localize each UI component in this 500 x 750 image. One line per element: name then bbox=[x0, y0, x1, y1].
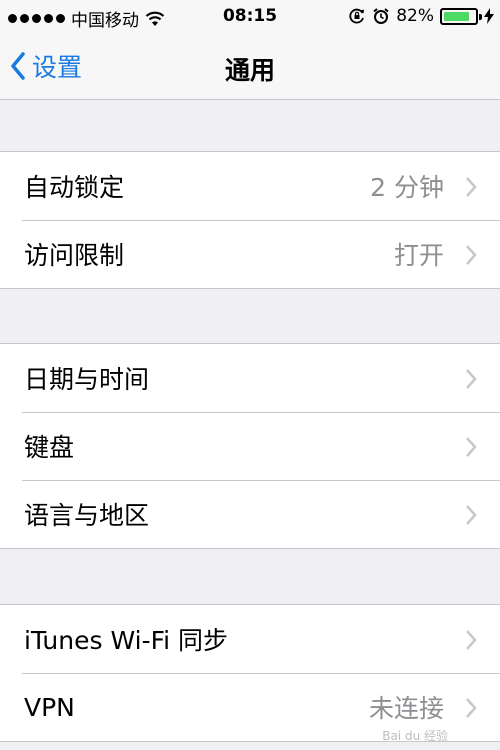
navigation-bar: 设置 通用 bbox=[0, 34, 500, 100]
charging-bolt-icon bbox=[484, 8, 494, 24]
row-value: 打开 bbox=[393, 241, 444, 270]
rotation-lock-icon bbox=[349, 8, 365, 24]
row-label: iTunes Wi-Fi 同步 bbox=[24, 626, 229, 655]
chevron-right-icon bbox=[466, 698, 477, 718]
row-label: 自动锁定 bbox=[24, 173, 125, 202]
row-label: VPN bbox=[24, 692, 75, 722]
battery-level-fill bbox=[444, 11, 469, 21]
restrictions-row[interactable]: 访问限制 打开 bbox=[0, 220, 500, 288]
language-region-row[interactable]: 语言与地区 bbox=[0, 480, 500, 548]
watermark: Bai du 经验 bbox=[382, 729, 448, 743]
chevron-right-icon bbox=[466, 245, 477, 265]
battery-percent: 82% bbox=[396, 6, 434, 26]
row-value: 未连接 bbox=[368, 694, 444, 723]
itunes-wifi-sync-row[interactable]: iTunes Wi-Fi 同步 bbox=[0, 605, 500, 673]
chevron-right-icon bbox=[466, 630, 477, 650]
status-right: 82% bbox=[348, 6, 494, 26]
row-label: 日期与时间 bbox=[24, 365, 150, 394]
battery-icon bbox=[440, 7, 482, 25]
date-time-row[interactable]: 日期与时间 bbox=[0, 344, 500, 412]
row-value: 2 分钟 bbox=[370, 173, 444, 202]
status-bar: 中国移动 08:15 82% bbox=[0, 0, 500, 34]
page-title: 通用 bbox=[224, 56, 275, 85]
chevron-right-icon bbox=[466, 177, 477, 197]
alarm-icon bbox=[373, 8, 389, 24]
chevron-right-icon bbox=[466, 437, 477, 457]
chevron-right-icon bbox=[466, 369, 477, 389]
chevron-right-icon bbox=[466, 505, 477, 525]
row-label: 键盘 bbox=[24, 433, 75, 462]
keyboard-row[interactable]: 键盘 bbox=[0, 412, 500, 480]
row-label: 语言与地区 bbox=[24, 501, 150, 530]
settings-group-3: iTunes Wi-Fi 同步 VPN 未连接 bbox=[0, 604, 500, 742]
auto-lock-row[interactable]: 自动锁定 2 分钟 bbox=[0, 152, 500, 220]
row-label: 访问限制 bbox=[24, 241, 125, 270]
settings-group-2: 日期与时间 键盘 语言与地区 bbox=[0, 343, 500, 549]
settings-group-1: 自动锁定 2 分钟 访问限制 打开 bbox=[0, 151, 500, 289]
